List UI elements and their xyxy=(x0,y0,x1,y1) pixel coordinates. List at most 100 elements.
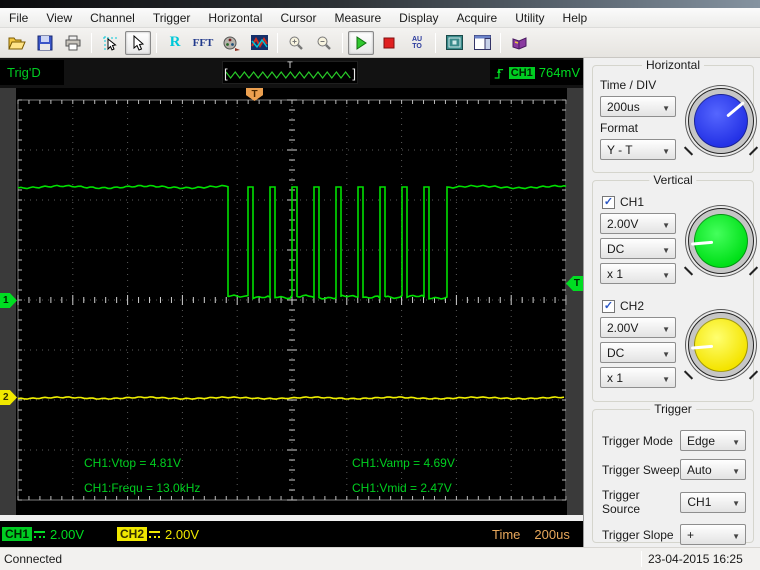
measurement-frequency: CH1:Frequ = 13.0kHz xyxy=(84,481,201,495)
knob-face xyxy=(694,317,748,372)
horizontal-position-knob[interactable] xyxy=(688,88,754,154)
format-select[interactable]: Y - T xyxy=(600,139,676,160)
ch1-scale-select[interactable]: 2.00V xyxy=(600,213,676,234)
menu-file[interactable]: File xyxy=(0,9,37,27)
toolbar: R FFT AU TO xyxy=(0,28,760,58)
start-button[interactable] xyxy=(348,30,374,55)
dropdown-arrow-icon xyxy=(732,528,740,542)
trigger-slope-label: Trigger Slope xyxy=(602,527,674,542)
trigger-mode-select[interactable]: Edge xyxy=(680,430,746,451)
trigger-source-badge: CH1 xyxy=(508,66,535,79)
dropdown-arrow-icon xyxy=(662,321,670,335)
dropdown-arrow-icon xyxy=(662,346,670,360)
ch2-probe-select[interactable]: x 1 xyxy=(600,367,676,388)
ch2-scale-value: 2.00V xyxy=(165,526,199,542)
format-label: Format xyxy=(600,121,639,135)
fft-button[interactable]: FFT xyxy=(190,31,216,55)
dropdown-arrow-icon xyxy=(662,100,670,114)
trigger-group-title: Trigger xyxy=(650,402,696,416)
help-book-icon xyxy=(512,37,526,50)
scope-display: CH1:Vtop = 4.81V CH1:Frequ = 13.0kHz CH1… xyxy=(0,88,583,515)
zoom-out-button[interactable] xyxy=(311,31,337,55)
pointer-tool-button[interactable] xyxy=(125,30,151,55)
horizontal-group: Horizontal Time / DIV 200us Format Y - T xyxy=(592,58,754,173)
status-bar: Connected 23-04-2015 16:25 xyxy=(0,547,760,570)
waveform-icon xyxy=(250,35,268,50)
trigger-readout: CH1 764mV xyxy=(490,60,583,85)
trigger-status-text: Trig'D xyxy=(7,65,41,80)
ch2-dc-coupling-icon xyxy=(149,530,161,538)
stop-button[interactable] xyxy=(376,31,402,55)
menu-horizontal[interactable]: Horizontal xyxy=(199,9,271,27)
help-button[interactable] xyxy=(506,31,532,55)
waveform-view-button[interactable] xyxy=(246,31,272,55)
trigger-level-value: 764mV xyxy=(538,65,580,80)
toolbar-separator xyxy=(156,32,157,53)
record-button[interactable] xyxy=(218,31,244,55)
play-icon xyxy=(356,35,367,50)
vertical-group-title: Vertical xyxy=(649,173,697,187)
fft-icon: FFT xyxy=(192,36,214,49)
trigger-source-select[interactable]: CH1 xyxy=(680,491,746,513)
cursor-measure-button[interactable] xyxy=(97,31,123,55)
trigger-sweep-value: Auto xyxy=(687,462,712,477)
panel-layout-button[interactable] xyxy=(469,31,495,55)
ch1-checkbox-label: CH1 xyxy=(620,195,645,209)
menu-measure[interactable]: Measure xyxy=(325,9,390,27)
measurement-vamp: CH1:Vamp = 4.69V xyxy=(352,456,455,470)
menu-bar: File View Channel Trigger Horizontal Cur… xyxy=(0,8,760,28)
ch2-enable-checkbox[interactable] xyxy=(602,299,615,313)
ch1-position-knob[interactable] xyxy=(688,207,754,274)
open-button[interactable] xyxy=(4,31,30,55)
vertical-group: Vertical CH1 2.00V DC x 1 xyxy=(592,173,754,402)
refresh-r-icon: R xyxy=(169,34,181,50)
ch1-probe-select[interactable]: x 1 xyxy=(600,263,676,284)
ch2-probe: x 1 xyxy=(607,370,624,385)
trigger-slope-select[interactable]: + xyxy=(680,524,746,545)
menu-display[interactable]: Display xyxy=(390,9,447,27)
fullscreen-icon xyxy=(445,35,463,50)
trigger-sweep-label: Trigger Sweep xyxy=(602,462,680,477)
menu-channel[interactable]: Channel xyxy=(81,9,144,27)
zoom-in-button[interactable] xyxy=(283,31,309,55)
print-button[interactable] xyxy=(60,31,86,55)
ch2-position-knob[interactable] xyxy=(688,311,754,378)
toolbar-separator xyxy=(91,32,92,53)
zoom-out-icon xyxy=(317,36,331,50)
ch1-enable-checkbox[interactable] xyxy=(602,195,615,209)
trigger-sweep-select[interactable]: Auto xyxy=(680,459,746,480)
preview-right-bracket[interactable]: ] xyxy=(352,66,356,81)
trigger-group: Trigger Trigger Mode Edge Trigger Sweep … xyxy=(592,402,754,545)
waveform-preview-window[interactable]: [ ] T xyxy=(222,60,358,84)
ch2-scale: 2.00V xyxy=(607,320,639,335)
toolbar-separator xyxy=(435,32,436,53)
cursor-measure-icon xyxy=(103,35,117,51)
menu-trigger[interactable]: Trigger xyxy=(144,9,200,27)
film-reel-icon xyxy=(223,36,240,51)
ch2-scale-select[interactable]: 2.00V xyxy=(600,317,676,338)
measurement-vtop: CH1:Vtop = 4.81V xyxy=(84,456,182,470)
preview-left-bracket[interactable]: [ xyxy=(224,66,228,81)
menu-view[interactable]: View xyxy=(37,9,81,27)
ch2-coupling-select[interactable]: DC xyxy=(600,342,676,363)
menu-help[interactable]: Help xyxy=(554,9,597,27)
time-div-value: 200us xyxy=(607,99,640,114)
menu-acquire[interactable]: Acquire xyxy=(448,9,507,27)
save-floppy-icon xyxy=(37,35,53,50)
toolbar-separator xyxy=(500,32,501,53)
ch2-readout: CH2 2.00V xyxy=(117,521,199,547)
time-div-select[interactable]: 200us xyxy=(600,96,676,117)
preview-trigger-marker[interactable]: T xyxy=(287,60,293,70)
fullscreen-button[interactable] xyxy=(441,31,467,55)
save-button[interactable] xyxy=(32,31,58,55)
menu-cursor[interactable]: Cursor xyxy=(271,9,325,27)
refresh-button[interactable]: R xyxy=(162,31,188,55)
menu-utility[interactable]: Utility xyxy=(506,9,553,27)
ch1-dc-coupling-icon xyxy=(34,530,46,538)
toolbar-separator xyxy=(277,32,278,53)
auto-setup-button[interactable]: AU TO xyxy=(404,31,430,55)
ch2-badge: CH2 xyxy=(117,527,148,541)
ch1-coupling-select[interactable]: DC xyxy=(600,238,676,259)
dropdown-arrow-icon xyxy=(662,143,670,157)
dropdown-arrow-icon xyxy=(732,434,740,448)
